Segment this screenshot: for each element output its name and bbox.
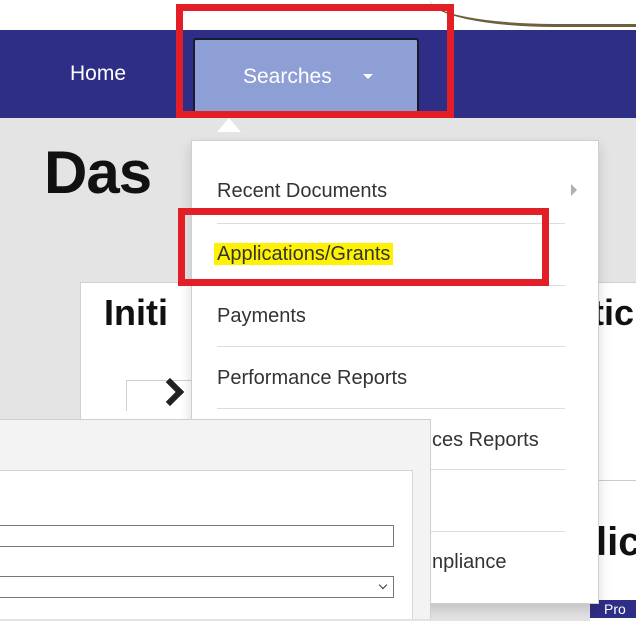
nav-home-link[interactable]: Home: [70, 30, 126, 118]
menu-divider: [217, 346, 565, 347]
annotation-box-searches: [176, 4, 454, 118]
select-dropdown[interactable]: [0, 576, 394, 598]
text-input[interactable]: [0, 525, 394, 547]
chevron-down-icon: [378, 580, 388, 590]
dropdown-pointer: [217, 118, 241, 132]
menu-divider: [217, 408, 565, 409]
card-title-left: Initi: [104, 292, 168, 333]
page-title: Das: [44, 139, 152, 206]
menu-item-payments[interactable]: Payments: [217, 302, 306, 330]
lower-card-title: lic: [596, 520, 636, 564]
menu-divider: [430, 531, 565, 532]
submenu-arrow-icon: [571, 184, 577, 196]
menu-item-performance-reports[interactable]: Performance Reports: [217, 364, 407, 392]
menu-item-recent-documents[interactable]: Recent Documents: [217, 177, 387, 205]
table-header-text: Pro: [604, 601, 626, 617]
menu-divider: [430, 469, 565, 470]
menu-item-reports[interactable]: ces Reports: [432, 426, 539, 454]
menu-item-compliance[interactable]: npliance: [432, 548, 507, 576]
annotation-box-applications: [178, 208, 549, 286]
decorative-curve: [430, 0, 636, 27]
